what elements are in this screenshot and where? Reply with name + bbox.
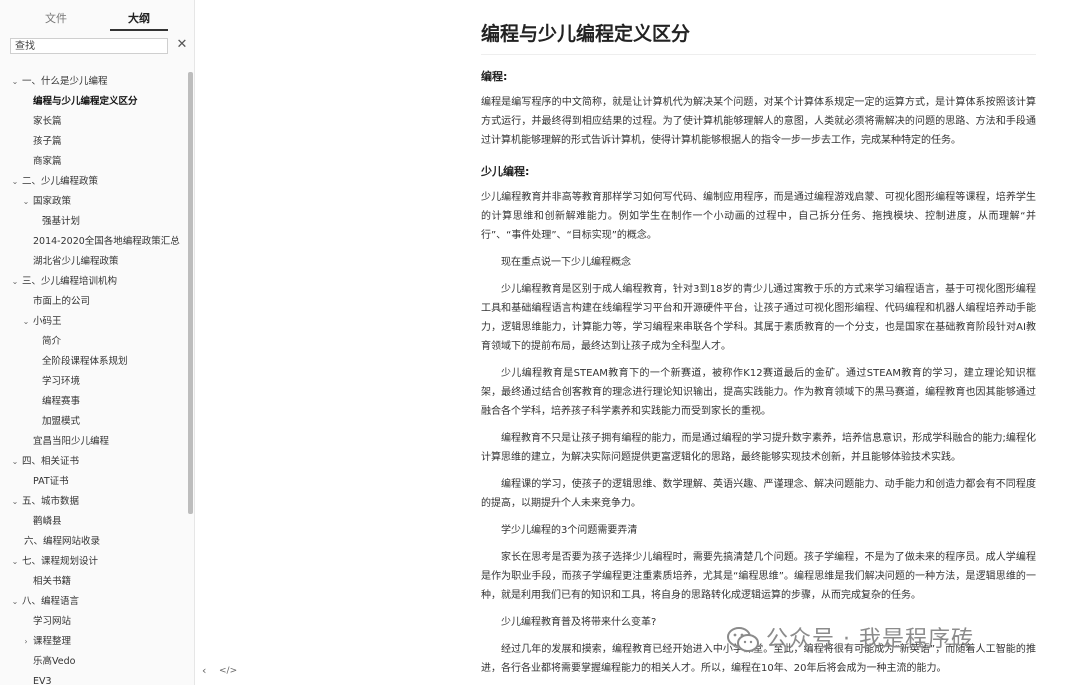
- outline-item[interactable]: 学习网站: [33, 612, 71, 632]
- outline-item-label: EV3: [33, 676, 52, 685]
- outline-item[interactable]: ⌄ 小码王: [21, 312, 62, 332]
- outline-item-label: 编程与少儿编程定义区分: [33, 96, 138, 107]
- chevron-down-icon[interactable]: ⌄: [10, 272, 20, 292]
- page-title: 编程与少儿编程定义区分: [481, 18, 1036, 55]
- chevron-left-icon[interactable]: ‹: [202, 664, 206, 677]
- sidebar: 文件 大纲 ✕ ⌄一、什么是少儿编程编程与少儿编程定义区分家长篇孩子篇商家篇⌄二…: [0, 0, 195, 685]
- outline-item[interactable]: 湖北省少儿编程政策: [33, 252, 119, 272]
- outline-item[interactable]: 宜昌当阳少儿编程: [33, 432, 109, 452]
- outline-item-label: 相关书籍: [33, 576, 72, 587]
- outline-item[interactable]: 孩子篇: [33, 132, 62, 152]
- chevron-down-icon[interactable]: ⌄: [10, 452, 20, 472]
- outline-item[interactable]: 编程与少儿编程定义区分: [33, 92, 138, 112]
- outline-item-label: 宜昌当阳少儿编程: [33, 436, 110, 447]
- tab-outline[interactable]: 大纲: [109, 10, 169, 26]
- outline-item-label: 学习环境: [42, 376, 81, 387]
- paragraph: 学少儿编程的3个问题需要弄清: [501, 525, 638, 536]
- search-input[interactable]: [10, 38, 168, 54]
- outline-item-label: 简介: [42, 336, 62, 347]
- section-heading-programming: 编程:: [481, 70, 508, 83]
- paragraph: 少儿编程教育是STEAM教育下的一个新赛道，被称作K12赛道最后的金矿。通过ST…: [481, 368, 1036, 417]
- paragraph: 编程是编写程序的中文简称，就是让计算机代为解决某个问题，对某个计算体系规定一定的…: [481, 97, 1036, 146]
- outline-item[interactable]: 全阶段课程体系规划: [42, 352, 128, 372]
- active-tab-indicator: [110, 29, 168, 31]
- outline-item-label: 加盟模式: [42, 416, 81, 427]
- outline-item[interactable]: 家长篇: [33, 112, 62, 132]
- outline-item-label: 孩子篇: [33, 136, 62, 147]
- paragraph: 现在重点说一下少儿编程概念: [501, 257, 631, 268]
- chevron-right-icon[interactable]: ›: [21, 632, 31, 652]
- chevron-down-icon[interactable]: ⌄: [21, 312, 31, 332]
- outline-item-label: 五、城市数据: [22, 496, 80, 507]
- outline-item[interactable]: PAT证书: [33, 472, 69, 492]
- watermark: 公众号 · 我是程序砖: [726, 622, 974, 658]
- chevron-down-icon[interactable]: ⌄: [10, 72, 20, 92]
- outline-item[interactable]: › 课程整理: [21, 632, 71, 652]
- outline-item[interactable]: 乐高Vedo: [33, 652, 75, 672]
- outline-item-label: 鹳嶙县: [33, 516, 62, 527]
- outline-item-label: 八、编程语言: [22, 596, 80, 607]
- chevron-down-icon[interactable]: ⌄: [21, 192, 31, 212]
- chevron-down-icon[interactable]: ⌄: [10, 492, 20, 512]
- outline-item[interactable]: ⌄ 四、相关证书: [10, 452, 79, 472]
- outline-item[interactable]: 市面上的公司: [33, 292, 90, 312]
- outline-item-label: 四、相关证书: [22, 456, 80, 467]
- outline-item[interactable]: ⌄ 一、什么是少儿编程: [10, 72, 108, 92]
- outline-item[interactable]: EV3: [33, 672, 52, 685]
- paragraph: 少儿编程教育并非高等教育那样学习如何写代码、编制应用程序，而是通过编程游戏启蒙、…: [481, 192, 1036, 241]
- outline-item-label: 乐高Vedo: [33, 656, 76, 667]
- watermark-text: 公众号 · 我是程序砖: [766, 627, 974, 652]
- outline-item[interactable]: 简介: [42, 332, 61, 352]
- outline-item-label: 强基计划: [42, 216, 81, 227]
- outline-item-label: 商家篇: [33, 156, 62, 167]
- outline-item-label: 市面上的公司: [33, 296, 91, 307]
- outline-item-label: 家长篇: [33, 116, 62, 127]
- outline-item[interactable]: ⌄ 八、编程语言: [10, 592, 79, 612]
- paragraph: 少儿编程教育是区别于成人编程教育，针对3到18岁的青少儿通过寓教于乐的方式来学习…: [481, 284, 1036, 352]
- outline-item[interactable]: ⌄ 七、课程规划设计: [10, 552, 98, 572]
- chevron-down-icon[interactable]: ⌄: [10, 172, 20, 192]
- tab-files[interactable]: 文件: [26, 10, 86, 26]
- document: 编程与少儿编程定义区分 编程: 编程是编写程序的中文简称，就是让计算机代为解决某…: [481, 18, 1036, 686]
- outline-item-label: 课程整理: [33, 636, 72, 647]
- paragraph: 编程教育不只是让孩子拥有编程的能力，而是通过编程的学习提升数字素养，培养信息意识…: [481, 433, 1036, 463]
- outline-item-label: 二、少儿编程政策: [22, 176, 99, 187]
- outline-item[interactable]: 相关书籍: [33, 572, 71, 592]
- outline-item[interactable]: ⌄ 国家政策: [21, 192, 71, 212]
- chevron-down-icon[interactable]: ⌄: [10, 592, 20, 612]
- outline-item[interactable]: ⌄ 三、少儿编程培训机构: [10, 272, 117, 292]
- source-code-icon[interactable]: </>: [219, 666, 237, 676]
- outline-item[interactable]: 编程赛事: [42, 392, 80, 412]
- sidebar-footer: ‹ </>: [194, 662, 237, 684]
- outline-item-label: 湖北省少儿编程政策: [33, 256, 119, 267]
- outline-item-label: 小码王: [33, 316, 62, 327]
- outline-item[interactable]: 六、编程网站收录: [24, 532, 100, 552]
- close-icon[interactable]: ✕: [175, 37, 189, 52]
- sidebar-tabs: 文件 大纲: [0, 0, 194, 33]
- outline-item[interactable]: 强基计划: [42, 212, 80, 232]
- chevron-down-icon[interactable]: ⌄: [10, 552, 20, 572]
- section-heading-kids-programming: 少儿编程:: [481, 165, 530, 178]
- outline-item-label: 一、什么是少儿编程: [22, 76, 108, 87]
- outline-item[interactable]: 2014-2020全国各地编程政策汇总: [33, 232, 180, 252]
- outline-item[interactable]: 商家篇: [33, 152, 62, 172]
- outline-item-label: 编程赛事: [42, 396, 81, 407]
- outline-item-label: 国家政策: [33, 196, 72, 207]
- outline-item-label: 三、少儿编程培训机构: [22, 276, 118, 287]
- wechat-icon: [727, 627, 759, 652]
- outline-item-label: 七、课程规划设计: [22, 556, 99, 567]
- outline-item[interactable]: 鹳嶙县: [33, 512, 62, 532]
- outline-item[interactable]: ⌄ 二、少儿编程政策: [10, 172, 98, 192]
- outline-item[interactable]: ⌄ 五、城市数据: [10, 492, 79, 512]
- outline-item-label: 六、编程网站收录: [24, 536, 101, 547]
- outline-item[interactable]: 加盟模式: [42, 412, 80, 432]
- paragraph: 家长在思考是否要为孩子选择少儿编程时，需要先搞清楚几个问题。孩子学编程，不是为了…: [481, 552, 1036, 601]
- outline-item[interactable]: 学习环境: [42, 372, 80, 392]
- paragraph: 编程课的学习，使孩子的逻辑思维、数学理解、英语兴趣、严谨理念、解决问题能力、动手…: [481, 479, 1036, 509]
- outline-item-label: PAT证书: [33, 476, 69, 487]
- outline-item-label: 学习网站: [33, 616, 72, 627]
- sidebar-scrollbar[interactable]: [188, 72, 193, 514]
- outline-item-label: 全阶段课程体系规划: [42, 356, 128, 367]
- outline-item-label: 2014-2020全国各地编程政策汇总: [33, 236, 180, 247]
